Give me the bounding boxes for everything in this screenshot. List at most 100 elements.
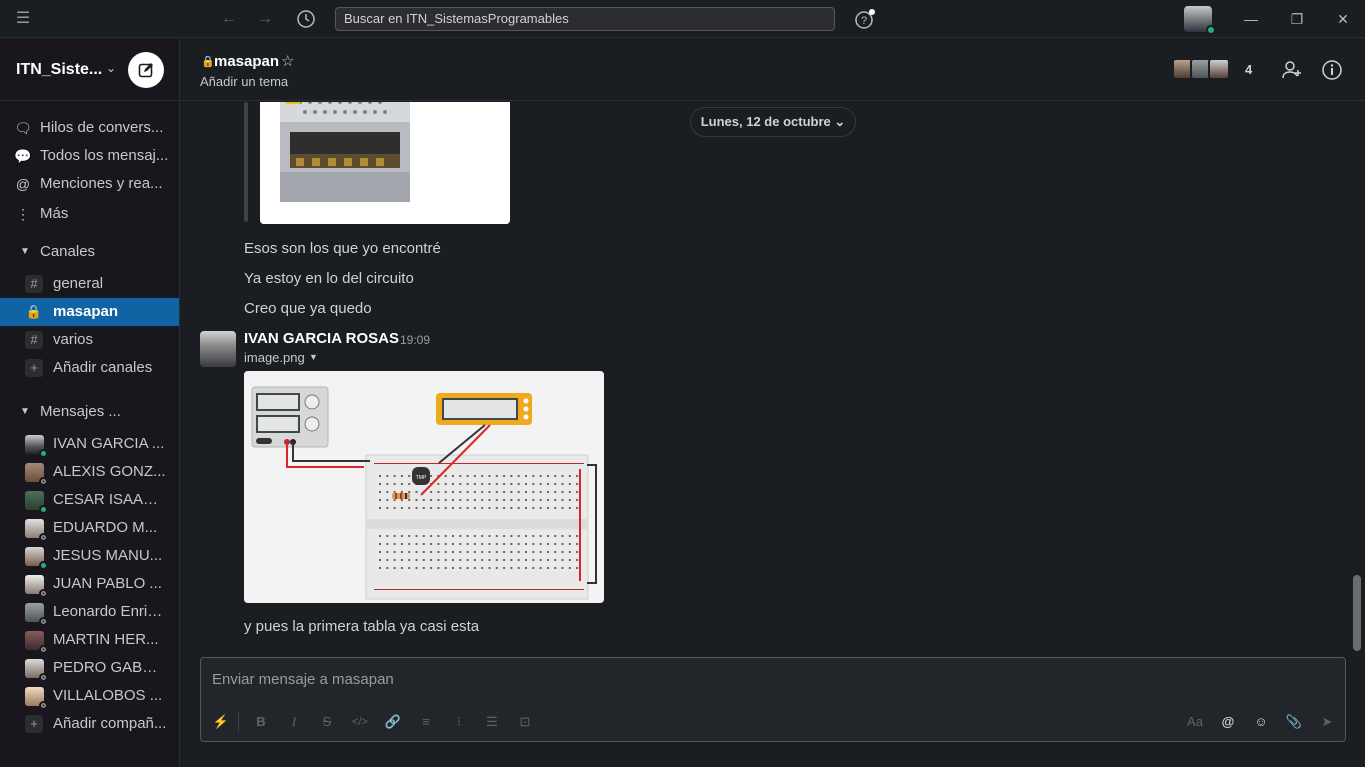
plus-icon: +	[25, 715, 43, 733]
message-text: Esos son los que yo encontré	[244, 240, 441, 257]
restore-icon[interactable]: ❐	[1287, 9, 1307, 29]
minimize-icon[interactable]: —	[1241, 9, 1261, 29]
add-channels-button[interactable]: + Añadir canales	[0, 354, 179, 382]
blockquote-icon[interactable]: ☰	[482, 712, 502, 732]
nav-more[interactable]: ⋮ Más	[0, 200, 179, 228]
date-divider[interactable]: Lunes, 12 de octubre ⌄	[690, 107, 856, 137]
channel-topic[interactable]: Añadir un tema	[200, 74, 288, 89]
caret-down-icon: ▼	[20, 406, 30, 417]
attachment-bar	[244, 102, 248, 222]
strikethrough-icon[interactable]: S	[317, 712, 337, 732]
channel-varios[interactable]: # varios	[0, 326, 179, 354]
history-icon[interactable]	[296, 9, 316, 29]
message-text: Creo que ya quedo	[244, 300, 372, 317]
text-format-icon[interactable]: Aa	[1185, 712, 1205, 732]
forward-icon[interactable]: →	[255, 9, 275, 29]
workspace-header: ITN_Siste... ⌄	[0, 39, 179, 101]
channel-title[interactable]: masapan	[214, 53, 279, 70]
message-text: y pues la primera tabla ya casi esta	[244, 618, 480, 635]
workspace-name[interactable]: ITN_Siste...	[16, 61, 102, 79]
link-icon[interactable]: 🔗	[383, 712, 403, 732]
message-composer[interactable]: Enviar mensaje a masapan ⚡ B I S </> 🔗 ≡…	[200, 657, 1346, 742]
more-icon: ⋮	[16, 206, 30, 222]
mention-icon: @	[15, 176, 31, 192]
avatar[interactable]	[200, 331, 236, 367]
presence-icon	[39, 533, 48, 542]
help-icon[interactable]: ?	[854, 9, 875, 29]
circuit-image[interactable]: TMP	[244, 371, 604, 603]
nav-all-dms[interactable]: 💬 Todos los mensaj...	[0, 142, 179, 170]
file-name[interactable]: image.png	[244, 350, 305, 365]
message-list[interactable]: Lunes, 12 de octubre ⌄ Esos son los que …	[181, 102, 1365, 652]
lock-icon: 🔒	[25, 304, 43, 319]
dms-section[interactable]: ▼ Mensajes ...	[0, 398, 179, 426]
close-icon[interactable]: ✕	[1333, 9, 1353, 29]
add-member-icon[interactable]	[1281, 59, 1303, 81]
nav-threads[interactable]: 🗨 Hilos de convers...	[0, 114, 179, 142]
presence-icon	[39, 673, 48, 682]
search-input[interactable]: Buscar en ITN_SistemasProgramables	[335, 7, 835, 31]
code-icon[interactable]: </>	[350, 712, 370, 732]
channel-general[interactable]: # general	[0, 270, 179, 298]
ordered-list-icon[interactable]: ≡	[416, 712, 436, 732]
svg-text:TMP: TMP	[416, 475, 427, 481]
attachment-icon[interactable]: 📎	[1284, 712, 1304, 732]
hash-icon: #	[25, 275, 43, 293]
message-input[interactable]: Enviar mensaje a masapan	[212, 671, 394, 688]
dm-item[interactable]: JESUS MANU...	[0, 542, 179, 570]
svg-text:?: ?	[861, 15, 867, 27]
presence-icon	[39, 617, 48, 626]
divider	[238, 712, 239, 732]
back-icon[interactable]: ←	[219, 9, 239, 29]
italic-icon[interactable]: I	[284, 712, 304, 732]
presence-icon	[39, 645, 48, 654]
code-block-icon[interactable]: ⊡	[515, 712, 535, 732]
bold-icon[interactable]: B	[251, 712, 271, 732]
channels-section[interactable]: ▼ Canales	[0, 238, 179, 266]
shortcuts-icon[interactable]: ⚡	[211, 712, 231, 732]
emoji-icon[interactable]: ☺	[1251, 712, 1271, 732]
presence-icon	[39, 589, 48, 598]
plus-icon: +	[25, 359, 43, 377]
dm-item[interactable]: Leonardo Enriq...	[0, 598, 179, 626]
scrollbar[interactable]	[1353, 575, 1361, 651]
avatar	[1208, 58, 1230, 80]
dm-item[interactable]: ALEXIS GONZ...	[0, 458, 179, 486]
add-teammates-button[interactable]: + Añadir compañ...	[0, 710, 179, 738]
star-icon[interactable]: ☆	[281, 52, 294, 70]
compose-button[interactable]	[128, 52, 164, 88]
online-status-icon	[1206, 25, 1216, 35]
channel-header: 🔒 masapan ☆ Añadir un tema 4	[181, 39, 1365, 101]
hash-icon: #	[25, 331, 43, 349]
caret-down-icon: ▼	[20, 246, 30, 257]
send-icon[interactable]: ➤	[1317, 712, 1337, 732]
nav-mentions[interactable]: @ Menciones y rea...	[0, 170, 179, 198]
sidebar: ITN_Siste... ⌄ 🗨 Hilos de convers... 💬 T…	[0, 39, 180, 767]
lock-icon: 🔒	[201, 56, 215, 68]
bulleted-list-icon[interactable]: ⁝	[449, 712, 469, 732]
channel-masapan[interactable]: 🔒 masapan	[0, 298, 179, 326]
message-author[interactable]: IVAN GARCIA ROSAS	[244, 330, 399, 347]
dm-item[interactable]: MARTIN HER...	[0, 626, 179, 654]
mention-icon[interactable]: @	[1218, 712, 1238, 732]
presence-icon	[39, 449, 48, 458]
chevron-down-icon[interactable]: ⌄	[106, 61, 116, 75]
presence-icon	[39, 505, 48, 514]
top-bar: ☰ ← → Buscar en ITN_SistemasProgramables…	[0, 0, 1365, 38]
presence-icon	[39, 477, 48, 486]
info-icon[interactable]	[1321, 59, 1343, 81]
message-text: Ya estoy en lo del circuito	[244, 270, 414, 287]
dm-item[interactable]: EDUARDO M...	[0, 514, 179, 542]
dm-item[interactable]: JUAN PABLO ...	[0, 570, 179, 598]
member-count[interactable]: 4	[1245, 62, 1252, 77]
menu-icon[interactable]: ☰	[13, 9, 33, 29]
all-dms-icon: 💬	[14, 148, 32, 164]
dm-item[interactable]: IVAN GARCIA ...	[0, 430, 179, 458]
dm-item[interactable]: VILLALOBOS ...	[0, 682, 179, 710]
dm-item[interactable]: CESAR ISAAC ...	[0, 486, 179, 514]
threads-icon: 🗨	[14, 120, 32, 136]
power-supply-image[interactable]	[260, 102, 510, 224]
dm-item[interactable]: PEDRO GABRI...	[0, 654, 179, 682]
message-timestamp[interactable]: 19:09	[400, 333, 430, 347]
caret-down-icon[interactable]: ▼	[309, 352, 318, 362]
